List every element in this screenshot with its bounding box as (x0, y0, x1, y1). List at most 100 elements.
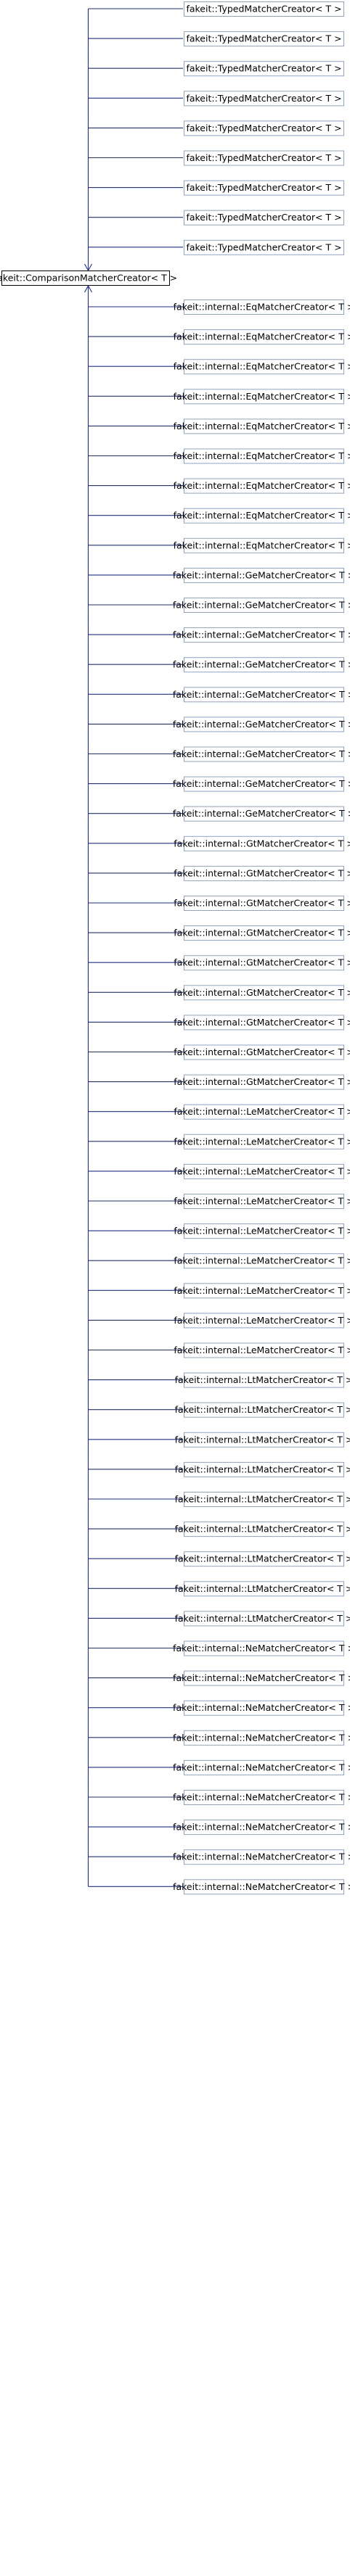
child-node[interactable]: fakeit::internal::EqMatcherCreator< T > (174, 389, 350, 405)
inheritance-diagram: fakeit::ComparisonMatcherCreator< T > fa… (0, 1, 350, 1895)
child-node[interactable]: fakeit::internal::NeMatcherCreator< T > (173, 1879, 350, 1895)
child-node[interactable]: fakeit::internal::GtMatcherCreator< T > (174, 896, 350, 911)
child-node[interactable]: fakeit::internal::EqMatcherCreator< T > (174, 329, 350, 345)
child-node[interactable]: fakeit::internal::GtMatcherCreator< T > (174, 955, 350, 971)
child-node-label: fakeit::internal::LeMatcherCreator< T > (174, 1106, 350, 1117)
child-node-label: fakeit::internal::LeMatcherCreator< T > (174, 1196, 350, 1207)
child-node[interactable]: fakeit::internal::EqMatcherCreator< T > (174, 478, 350, 494)
child-node[interactable]: fakeit::internal::LtMatcherCreator< T > (175, 1551, 350, 1567)
child-node[interactable]: fakeit::TypedMatcherCreator< T > (184, 61, 344, 77)
child-node-label: fakeit::internal::GtMatcherCreator< T > (174, 867, 350, 878)
root-node-label: fakeit::ComparisonMatcherCreator< T > (0, 273, 177, 284)
child-node[interactable]: fakeit::internal::LeMatcherCreator< T > (174, 1342, 350, 1358)
root-node-comparison-matcher-creator[interactable]: fakeit::ComparisonMatcherCreator< T > (0, 271, 177, 286)
child-node[interactable]: fakeit::internal::GeMatcherCreator< T > (173, 687, 350, 703)
child-node-label: fakeit::internal::LeMatcherCreator< T > (174, 1285, 350, 1296)
child-node-label: fakeit::internal::GeMatcherCreator< T > (173, 659, 350, 670)
child-node-label: fakeit::internal::LtMatcherCreator< T > (175, 1553, 350, 1564)
child-node-label: fakeit::internal::GtMatcherCreator< T > (174, 987, 350, 998)
child-node[interactable]: fakeit::internal::NeMatcherCreator< T > (173, 1759, 350, 1775)
child-node[interactable]: fakeit::internal::LeMatcherCreator< T > (174, 1134, 350, 1149)
child-node[interactable]: fakeit::internal::NeMatcherCreator< T > (173, 1640, 350, 1656)
child-node-label: fakeit::TypedMatcherCreator< T > (186, 212, 341, 223)
child-node-label: fakeit::internal::LtMatcherCreator< T > (175, 1374, 350, 1385)
child-node[interactable]: fakeit::internal::GeMatcherCreator< T > (173, 657, 350, 673)
child-node[interactable]: fakeit::internal::LtMatcherCreator< T > (175, 1461, 350, 1477)
child-node[interactable]: fakeit::internal::GtMatcherCreator< T > (174, 1015, 350, 1031)
child-node[interactable]: fakeit::internal::EqMatcherCreator< T > (174, 537, 350, 553)
child-node-label: fakeit::internal::EqMatcherCreator< T > (174, 331, 350, 342)
child-node-label: fakeit::internal::LeMatcherCreator< T > (174, 1345, 350, 1355)
child-node[interactable]: fakeit::internal::GtMatcherCreator< T > (174, 985, 350, 1001)
child-node-label: fakeit::TypedMatcherCreator< T > (186, 152, 341, 163)
child-node[interactable]: fakeit::internal::GeMatcherCreator< T > (173, 567, 350, 583)
child-node[interactable]: fakeit::internal::LtMatcherCreator< T > (175, 1581, 350, 1597)
child-node-label: fakeit::internal::GtMatcherCreator< T > (174, 928, 350, 938)
child-node-label: fakeit::internal::LeMatcherCreator< T > (174, 1136, 350, 1147)
child-node[interactable]: fakeit::internal::EqMatcherCreator< T > (174, 300, 350, 315)
child-node[interactable]: fakeit::internal::NeMatcherCreator< T > (173, 1790, 350, 1805)
child-node[interactable]: fakeit::TypedMatcherCreator< T > (184, 180, 344, 196)
child-node-layer: fakeit::TypedMatcherCreator< T >fakeit::… (173, 1, 350, 1895)
child-node[interactable]: fakeit::internal::EqMatcherCreator< T > (174, 418, 350, 434)
child-node[interactable]: fakeit::TypedMatcherCreator< T > (184, 91, 344, 107)
child-node-label: fakeit::internal::GeMatcherCreator< T > (173, 719, 350, 730)
child-node-label: fakeit::internal::EqMatcherCreator< T > (174, 391, 350, 402)
child-node[interactable]: fakeit::internal::LeMatcherCreator< T > (174, 1223, 350, 1239)
child-node-label: fakeit::internal::GeMatcherCreator< T > (173, 748, 350, 759)
child-node[interactable]: fakeit::internal::GtMatcherCreator< T > (174, 925, 350, 941)
child-node[interactable]: fakeit::internal::EqMatcherCreator< T > (174, 359, 350, 375)
edge-layer (84, 8, 183, 1887)
child-node[interactable]: fakeit::TypedMatcherCreator< T > (184, 150, 344, 166)
child-node[interactable]: fakeit::TypedMatcherCreator< T > (184, 210, 344, 226)
child-node[interactable]: fakeit::internal::LeMatcherCreator< T > (174, 1283, 350, 1299)
child-node[interactable]: fakeit::internal::LtMatcherCreator< T > (175, 1611, 350, 1627)
child-node[interactable]: fakeit::internal::LeMatcherCreator< T > (174, 1253, 350, 1269)
child-node[interactable]: fakeit::TypedMatcherCreator< T > (184, 120, 344, 136)
child-node[interactable]: fakeit::internal::LtMatcherCreator< T > (175, 1432, 350, 1448)
child-node[interactable]: fakeit::internal::LtMatcherCreator< T > (175, 1492, 350, 1507)
child-node[interactable]: fakeit::internal::NeMatcherCreator< T > (173, 1820, 350, 1836)
child-node[interactable]: fakeit::internal::LtMatcherCreator< T > (175, 1522, 350, 1537)
child-node[interactable]: fakeit::internal::LeMatcherCreator< T > (174, 1313, 350, 1329)
child-node[interactable]: fakeit::TypedMatcherCreator< T > (184, 31, 344, 47)
child-node[interactable]: fakeit::internal::GtMatcherCreator< T > (174, 1074, 350, 1090)
child-node[interactable]: fakeit::internal::GeMatcherCreator< T > (173, 806, 350, 822)
child-node[interactable]: fakeit::internal::LtMatcherCreator< T > (175, 1402, 350, 1418)
child-node[interactable]: fakeit::internal::EqMatcherCreator< T > (174, 508, 350, 524)
child-node-label: fakeit::internal::GeMatcherCreator< T > (173, 629, 350, 640)
child-node-label: fakeit::internal::EqMatcherCreator< T > (174, 361, 350, 372)
child-node[interactable]: fakeit::internal::GtMatcherCreator< T > (174, 865, 350, 881)
child-node-label: fakeit::internal::NeMatcherCreator< T > (173, 1643, 350, 1654)
child-node[interactable]: fakeit::internal::GeMatcherCreator< T > (173, 598, 350, 613)
child-node[interactable]: fakeit::internal::GtMatcherCreator< T > (174, 835, 350, 851)
child-node[interactable]: fakeit::internal::NeMatcherCreator< T > (173, 1730, 350, 1746)
child-node[interactable]: fakeit::internal::GtMatcherCreator< T > (174, 1044, 350, 1060)
child-node[interactable]: fakeit::TypedMatcherCreator< T > (184, 239, 344, 255)
child-node-label: fakeit::internal::LeMatcherCreator< T > (174, 1315, 350, 1326)
child-node[interactable]: fakeit::internal::LeMatcherCreator< T > (174, 1194, 350, 1209)
child-node-label: fakeit::internal::GtMatcherCreator< T > (174, 898, 350, 909)
child-node[interactable]: fakeit::internal::GeMatcherCreator< T > (173, 776, 350, 792)
child-node-label: fakeit::internal::GeMatcherCreator< T > (173, 808, 350, 819)
child-node[interactable]: fakeit::internal::EqMatcherCreator< T > (174, 448, 350, 464)
child-node[interactable]: fakeit::internal::NeMatcherCreator< T > (173, 1849, 350, 1865)
child-node-label: fakeit::internal::GtMatcherCreator< T > (174, 838, 350, 849)
child-node-label: fakeit::internal::GtMatcherCreator< T > (174, 957, 350, 968)
child-node[interactable]: fakeit::internal::LtMatcherCreator< T > (175, 1372, 350, 1388)
child-node[interactable]: fakeit::internal::LeMatcherCreator< T > (174, 1163, 350, 1179)
child-node-label: fakeit::internal::LtMatcherCreator< T > (175, 1524, 350, 1535)
child-node[interactable]: fakeit::internal::GeMatcherCreator< T > (173, 627, 350, 643)
child-node[interactable]: fakeit::internal::NeMatcherCreator< T > (173, 1700, 350, 1716)
child-node-label: fakeit::internal::NeMatcherCreator< T > (173, 1852, 350, 1862)
child-node-label: fakeit::internal::EqMatcherCreator< T > (174, 510, 350, 521)
child-node[interactable]: fakeit::TypedMatcherCreator< T > (184, 1, 344, 17)
child-node-label: fakeit::internal::NeMatcherCreator< T > (173, 1702, 350, 1713)
child-node[interactable]: fakeit::internal::GeMatcherCreator< T > (173, 746, 350, 762)
child-node-label: fakeit::internal::LtMatcherCreator< T > (175, 1464, 350, 1474)
child-node[interactable]: fakeit::internal::NeMatcherCreator< T > (173, 1670, 350, 1686)
child-node-label: fakeit::internal::LtMatcherCreator< T > (175, 1494, 350, 1505)
child-node-label: fakeit::TypedMatcherCreator< T > (186, 4, 341, 15)
child-node[interactable]: fakeit::internal::LeMatcherCreator< T > (174, 1104, 350, 1120)
child-node[interactable]: fakeit::internal::GeMatcherCreator< T > (173, 717, 350, 732)
